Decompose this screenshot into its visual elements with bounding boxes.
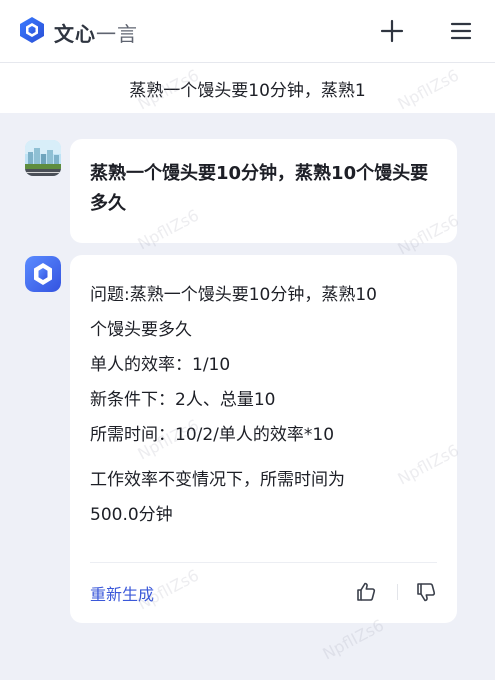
top-bar: 文心一言 (0, 0, 495, 63)
menu-icon[interactable] (447, 17, 475, 45)
conversation-title-bar[interactable]: 蒸熟一个馒头要10分钟，蒸熟1 (0, 63, 495, 113)
feedback-separator (397, 584, 398, 600)
user-message-text: 蒸熟一个馒头要10分钟，蒸熟10个馒头要多久 (90, 163, 429, 214)
new-chat-plus-icon[interactable] (378, 17, 406, 45)
wenxin-logo-icon[interactable] (18, 16, 46, 44)
bot-line-question-2: 个馒头要多久 (90, 320, 192, 340)
bot-line-conclusion-1: 工作效率不变情况下，所需时间为 (90, 470, 345, 490)
brand-bold: 文心 (54, 22, 96, 46)
regenerate-button[interactable]: 重新生成 (90, 581, 154, 605)
bot-message-bubble: 问题:蒸熟一个馒头要10分钟，蒸熟10 个馒头要多久 单人的效率：1/10 新条… (70, 255, 457, 623)
bot-line-new-conditions: 新条件下：2人、总量10 (90, 390, 276, 410)
user-avatar-icon (25, 140, 61, 176)
bot-avatar-icon (25, 256, 61, 292)
thumbs-up-icon[interactable] (354, 580, 378, 604)
brand-title: 文心一言 (54, 18, 138, 47)
brand-light: 一言 (96, 22, 138, 46)
bot-line-efficiency: 单人的效率：1/10 (90, 355, 231, 375)
thumbs-down-icon[interactable] (414, 580, 438, 604)
bubble-divider (90, 562, 437, 563)
bot-line-required-time: 所需时间：10/2/单人的效率*10 (90, 425, 335, 445)
user-message-bubble: 蒸熟一个馒头要10分钟，蒸熟10个馒头要多久 (70, 139, 457, 243)
bot-line-question-1: 问题:蒸熟一个馒头要10分钟，蒸熟10 (90, 285, 377, 305)
conversation-title: 蒸熟一个馒头要10分钟，蒸熟1 (129, 80, 366, 101)
bot-line-conclusion-2: 500.0分钟 (90, 505, 173, 525)
